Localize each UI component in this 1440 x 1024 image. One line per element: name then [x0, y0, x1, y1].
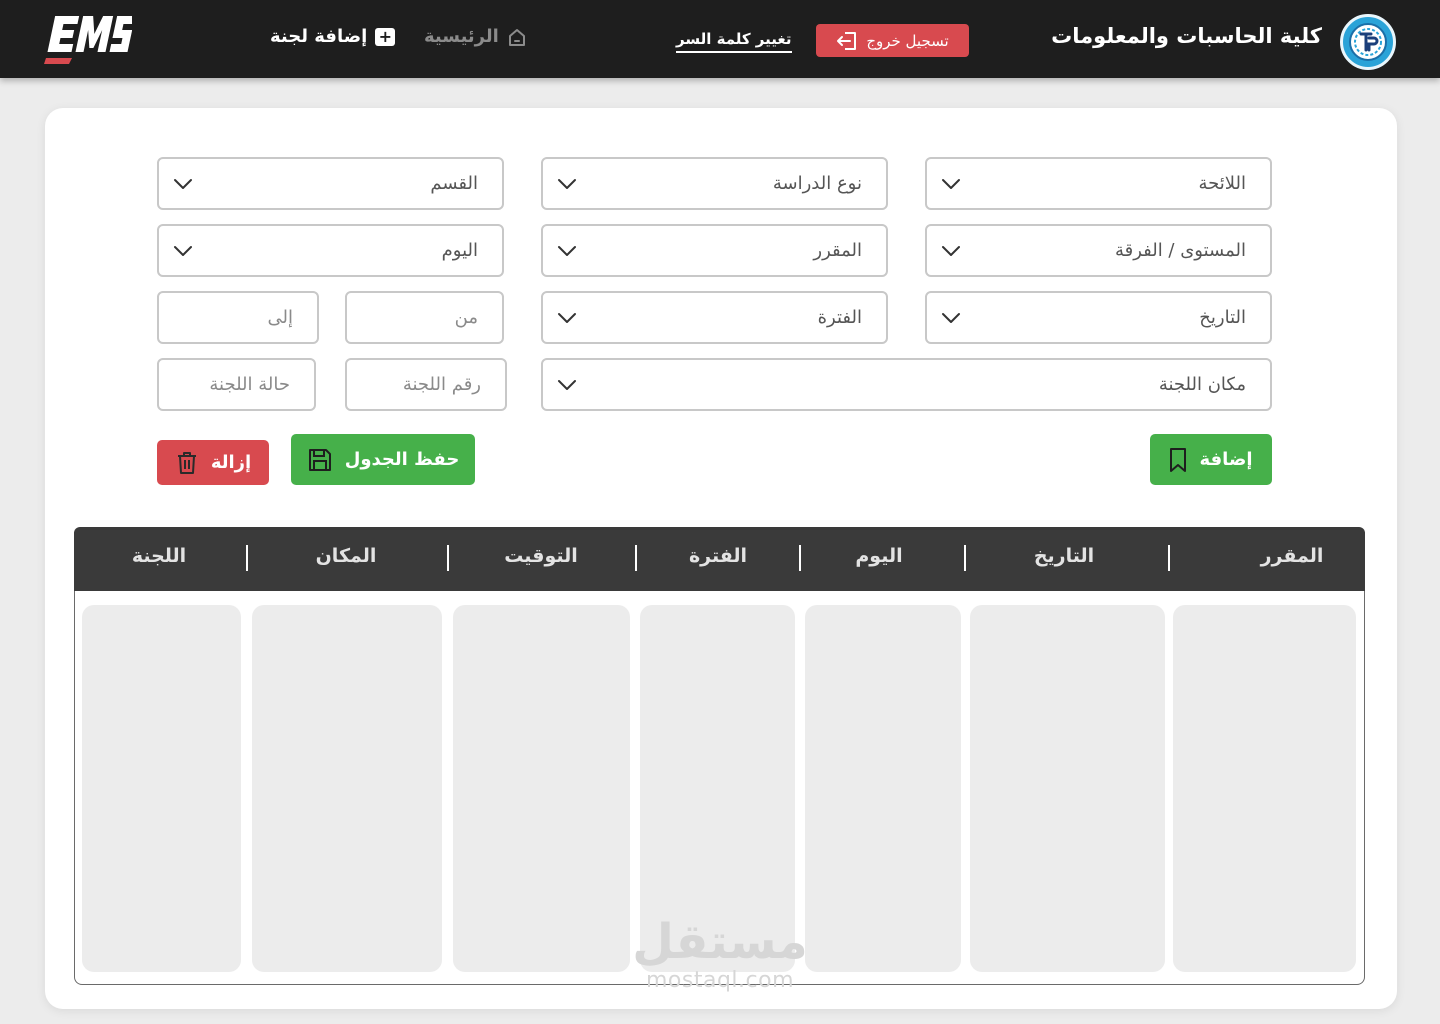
save-table-button[interactable]: حفظ الجدول: [291, 434, 475, 485]
column-header-time: التوقيت: [504, 545, 578, 567]
save-icon: [308, 448, 331, 471]
regulation-select[interactable]: اللائحة: [925, 157, 1272, 210]
time-to-input[interactable]: إلى: [157, 291, 319, 344]
faculty-logo: [1340, 14, 1396, 70]
trash-icon: [177, 451, 196, 474]
course-select[interactable]: المقرر: [541, 224, 888, 277]
column-header-period: الفترة: [688, 545, 748, 567]
column-separator: [635, 545, 637, 571]
faculty-title: كلية الحاسبات والمعلومات: [1051, 24, 1322, 48]
column-separator: [246, 545, 248, 571]
chevron-down-icon: [942, 312, 960, 323]
column-day: [805, 605, 961, 972]
change-password-link[interactable]: تغيير كلمة السر: [676, 30, 792, 53]
column-header-date: التاريخ: [1033, 545, 1095, 567]
chevron-down-icon: [174, 245, 192, 256]
period-select[interactable]: الفترة: [541, 291, 888, 344]
add-label: إضافة: [1199, 449, 1253, 470]
bookmark-icon: [1170, 447, 1187, 472]
column-header-committee: اللجنة: [131, 545, 187, 567]
column-separator: [964, 545, 966, 571]
level-label: المستوى / الفرقة: [1114, 240, 1246, 261]
nav-add-committee-link[interactable]: + إضافة لجنة: [270, 26, 396, 47]
location-select[interactable]: مكان اللجنة: [541, 358, 1272, 411]
column-separator: [799, 545, 801, 571]
chevron-down-icon: [558, 312, 576, 323]
chevron-down-icon: [942, 178, 960, 189]
nav-add-label: إضافة لجنة: [270, 26, 368, 47]
ems-logo: [44, 16, 132, 64]
chevron-down-icon: [174, 178, 192, 189]
logout-icon: [837, 31, 857, 50]
day-label: اليوم: [441, 240, 478, 261]
study-type-select[interactable]: نوع الدراسة: [541, 157, 888, 210]
plus-icon: +: [375, 27, 396, 46]
column-committee: [82, 605, 241, 972]
date-select[interactable]: التاريخ: [925, 291, 1272, 344]
committee-status-input[interactable]: حالة اللجنة: [157, 358, 316, 411]
column-time: [453, 605, 630, 972]
schedule-table-header: المقرر التاريخ اليوم الفترة التوقيت المك…: [74, 527, 1365, 591]
top-navbar: كلية الحاسبات والمعلومات تسجيل خروج تغيي…: [0, 0, 1440, 78]
remove-label: إزالة: [210, 452, 252, 473]
department-select[interactable]: القسم: [157, 157, 504, 210]
regulation-label: اللائحة: [1198, 173, 1246, 194]
faculty-emblem-icon: [1349, 23, 1387, 61]
column-date: [970, 605, 1165, 972]
column-separator: [447, 545, 449, 571]
date-label: التاريخ: [1199, 307, 1246, 328]
period-label: الفترة: [817, 307, 862, 328]
column-header-day: اليوم: [855, 545, 903, 567]
chevron-down-icon: [558, 379, 576, 390]
time-from-input[interactable]: من: [345, 291, 504, 344]
logout-label: تسجيل خروج: [866, 31, 949, 50]
study-type-label: نوع الدراسة: [772, 173, 862, 194]
column-separator: [1168, 545, 1170, 571]
committee-number-input[interactable]: رقم اللجنة: [345, 358, 507, 411]
nav-home-link[interactable]: الرئيسية: [424, 26, 527, 47]
chevron-down-icon: [558, 178, 576, 189]
chevron-down-icon: [558, 245, 576, 256]
add-button[interactable]: إضافة: [1150, 434, 1272, 485]
remove-button[interactable]: إزالة: [157, 440, 269, 485]
location-label: مكان اللجنة: [1158, 374, 1246, 395]
level-select[interactable]: المستوى / الفرقة: [925, 224, 1272, 277]
chevron-down-icon: [942, 245, 960, 256]
column-period: [640, 605, 795, 972]
save-table-label: حفظ الجدول: [344, 449, 460, 470]
column-header-course: المقرر: [1260, 545, 1324, 567]
column-course: [1173, 605, 1356, 972]
column-header-location: المكان: [315, 545, 377, 567]
day-select[interactable]: اليوم: [157, 224, 504, 277]
department-label: القسم: [430, 173, 478, 194]
home-icon: [508, 28, 525, 46]
nav-home-label: الرئيسية: [424, 26, 499, 47]
course-label: المقرر: [813, 240, 862, 261]
column-location: [252, 605, 442, 972]
logout-button[interactable]: تسجيل خروج: [816, 24, 969, 57]
